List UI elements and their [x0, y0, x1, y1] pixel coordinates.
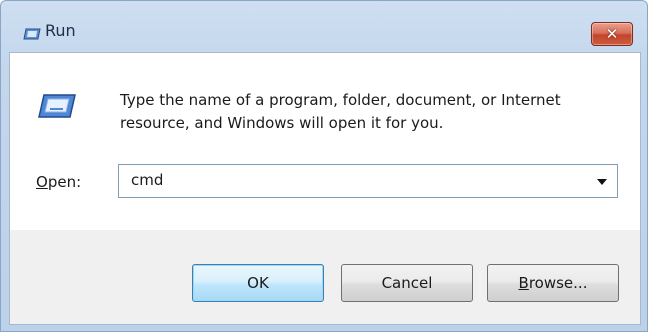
open-input[interactable]	[131, 171, 571, 189]
window-title: Run	[45, 21, 76, 40]
chevron-down-icon[interactable]	[597, 179, 607, 185]
run-icon	[23, 25, 41, 44]
open-label-text: pen:	[47, 173, 82, 191]
run-icon	[37, 93, 77, 123]
ok-button[interactable]: OK	[192, 264, 324, 302]
browse-button-label: rowse...	[528, 274, 588, 292]
cancel-button-label: Cancel	[381, 274, 433, 292]
browse-button[interactable]: Browse...	[487, 264, 619, 302]
open-combobox[interactable]	[118, 164, 618, 198]
title-bar[interactable]: Run ✕	[1, 1, 647, 46]
close-icon: ✕	[605, 24, 619, 43]
dialog-content-panel: Type the name of a program, folder, docu…	[10, 53, 640, 230]
dialog-client-area: Type the name of a program, folder, docu…	[9, 52, 641, 325]
run-dialog-window: Run ✕ Type the name of a program, folder…	[0, 0, 648, 332]
ok-button-label: OK	[247, 274, 269, 292]
browse-button-mnemonic: B	[518, 274, 529, 292]
close-button[interactable]: ✕	[591, 22, 633, 46]
open-label: Open:	[36, 173, 81, 191]
description-line-2: resource, and Windows will open it for y…	[120, 114, 444, 132]
dialog-description: Type the name of a program, folder, docu…	[120, 89, 620, 135]
open-label-mnemonic: O	[36, 173, 48, 191]
cancel-button[interactable]: Cancel	[341, 264, 473, 302]
description-line-1: Type the name of a program, folder, docu…	[120, 91, 561, 109]
